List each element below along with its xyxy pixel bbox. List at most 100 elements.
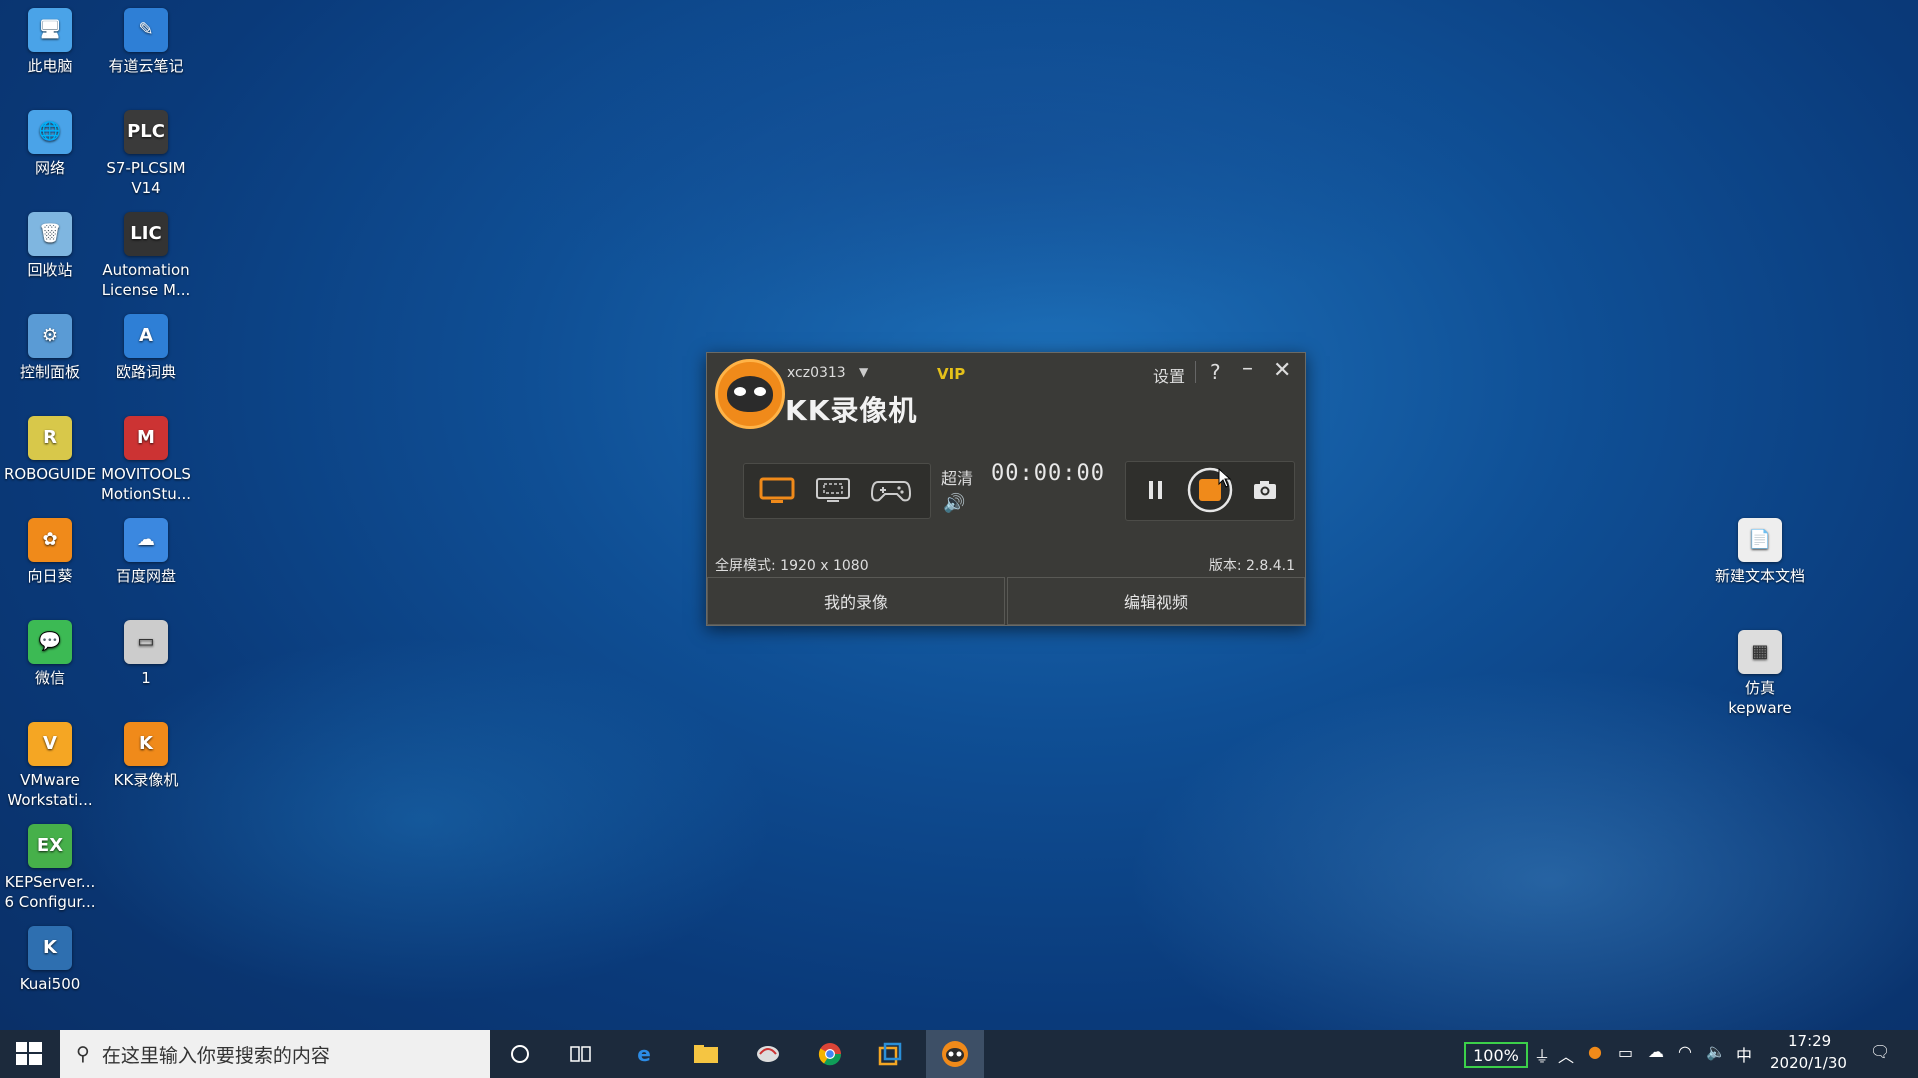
desktop-icon-label: VMware Workstati...	[7, 771, 93, 809]
pause-icon[interactable]	[1148, 479, 1164, 505]
divider	[1195, 361, 1196, 383]
fullscreen-mode-icon[interactable]	[758, 474, 796, 506]
desktop-icon-eudic[interactable]: A 欧路词典	[98, 314, 194, 382]
desktop-icon-file-1[interactable]: ▭ 1	[98, 620, 194, 688]
desktop-icon-s7-plcsim[interactable]: PLC S7-PLCSIM V14	[98, 110, 194, 198]
desktop-icon-sunlogin[interactable]: ✿ 向日葵	[2, 518, 98, 586]
user-dropdown-icon[interactable]: ▼	[859, 365, 868, 379]
clock-date[interactable]: 2020/1/30	[1770, 1054, 1847, 1072]
eudic-icon: A	[124, 314, 168, 358]
desktop-icon-automation-license[interactable]: LIC Automation License M...	[98, 212, 194, 300]
desktop-icon-label: 此电脑	[27, 57, 73, 75]
vmware-icon[interactable]	[874, 1039, 906, 1069]
desktop-icon-label: 回收站	[27, 261, 73, 279]
mouse-cursor-icon	[1218, 467, 1232, 492]
desktop-icon-wechat[interactable]: 💬 微信	[2, 620, 98, 688]
file-1-icon: ▭	[124, 620, 168, 664]
kepware-sim-icon: ▦	[1738, 630, 1782, 674]
desktop-icon-kk-recorder[interactable]: K KK录像机	[98, 722, 194, 790]
desktop-icon-kepware-sim[interactable]: ▦ 仿真 kepware	[1712, 630, 1808, 718]
desktop-icon-control-panel[interactable]: ⚙ 控制面板	[2, 314, 98, 382]
desktop-icon-network[interactable]: 🌐 网络	[2, 110, 98, 178]
automation-license-icon: LIC	[124, 212, 168, 256]
capture-mode-group	[743, 463, 931, 519]
desktop-icon-label: 有道云笔记	[108, 57, 184, 75]
power-plug-icon[interactable]: ⏚	[1534, 1043, 1550, 1067]
username-label[interactable]: xcz0313	[787, 365, 846, 381]
chrome-icon[interactable]	[814, 1039, 846, 1069]
desktop-icon-label: 仿真 kepware	[1728, 679, 1792, 717]
notification-icon[interactable]: 🗨	[1870, 1042, 1890, 1061]
minimize-button[interactable]: –	[1242, 356, 1253, 381]
wechat-icon: 💬	[28, 620, 72, 664]
desktop-icon-youdao-note[interactable]: ✎ 有道云笔记	[98, 8, 194, 76]
desktop-icon-roboguide[interactable]: R ROBOGUIDE	[2, 416, 98, 484]
desktop-icon-label: Automation License M...	[101, 261, 191, 299]
desktop-icon-movitools[interactable]: M MOVITOOLS MotionStu...	[98, 416, 194, 504]
edit-video-button[interactable]: 编辑视频	[1007, 577, 1305, 625]
screenshot-camera-icon[interactable]	[1252, 479, 1278, 505]
game-mode-icon[interactable]	[870, 474, 912, 506]
this-pc-icon: 🖥	[28, 8, 72, 52]
kk-recorder-taskbar-icon[interactable]	[926, 1030, 984, 1078]
desktop-icon-label: KK录像机	[113, 771, 179, 789]
search-placeholder: 在这里输入你要搜索的内容	[101, 1044, 330, 1067]
edge-browser-icon[interactable]: e	[628, 1039, 660, 1069]
ime-indicator[interactable]: 中	[1736, 1042, 1752, 1066]
taskbar: ⚲ 在这里输入你要搜索的内容 e 100% ⏚ ︿ ● ▭ ☁ ◠ 🔈 中 17…	[0, 1030, 1918, 1078]
new-text-doc-icon: 📄	[1738, 518, 1782, 562]
kepserver-icon: EX	[28, 824, 72, 868]
wifi-icon[interactable]: ◠	[1678, 1042, 1692, 1061]
volume-icon[interactable]: 🔊	[943, 493, 965, 514]
desktop-icon-label: Kuai500	[19, 975, 81, 993]
desktop-icon-new-text-doc[interactable]: 📄 新建文本文档	[1712, 518, 1808, 586]
battery-tray-icon[interactable]: ▭	[1618, 1043, 1633, 1062]
region-mode-icon[interactable]	[814, 474, 852, 506]
baidu-netdisk-icon: ☁	[124, 518, 168, 562]
fullscreen-mode-info: 全屏模式: 1920 x 1080	[715, 558, 869, 574]
kk-tray-icon[interactable]: ●	[1588, 1042, 1602, 1061]
help-button[interactable]: ?	[1210, 360, 1221, 384]
record-controls	[1125, 461, 1295, 521]
version-label: 版本: 2.8.4.1	[1208, 558, 1295, 574]
desktop-icon-label: 向日葵	[27, 567, 73, 585]
close-button[interactable]: ✕	[1273, 358, 1291, 383]
clock-time[interactable]: 17:29	[1788, 1032, 1831, 1050]
speaker-icon[interactable]: 🔈	[1706, 1042, 1726, 1061]
desktop-icon-label: S7-PLCSIM V14	[106, 159, 186, 197]
desktop-icon-label: 微信	[34, 669, 65, 687]
file-explorer-icon[interactable]	[690, 1039, 722, 1069]
onedrive-icon[interactable]: ☁	[1648, 1042, 1664, 1061]
kk-logo-icon	[715, 359, 785, 429]
my-recordings-button[interactable]: 我的录像	[707, 577, 1005, 625]
desktop-icon-baidu-netdisk[interactable]: ☁ 百度网盘	[98, 518, 194, 586]
settings-button[interactable]: 设置	[1153, 363, 1185, 387]
sunlogin-icon: ✿	[28, 518, 72, 562]
recycle-bin-icon: 🗑	[28, 212, 72, 256]
movitools-icon: M	[124, 416, 168, 460]
s7-plcsim-icon: PLC	[124, 110, 168, 154]
windows-start-icon[interactable]	[16, 1042, 42, 1066]
cortana-icon[interactable]	[504, 1039, 536, 1069]
app-taskbar-icon[interactable]	[752, 1039, 784, 1069]
taskbar-search-input[interactable]: ⚲ 在这里输入你要搜索的内容	[60, 1030, 490, 1078]
tray-expand-icon[interactable]: ︿	[1558, 1043, 1574, 1067]
desktop-icon-recycle-bin[interactable]: 🗑 回收站	[2, 212, 98, 280]
task-view-icon[interactable]	[565, 1039, 597, 1069]
record-timer: 00:00:00	[991, 461, 1105, 486]
desktop-icon-kepserver[interactable]: EX KEPServer... 6 Configur...	[2, 824, 98, 912]
desktop-icon-label: ROBOGUIDE	[3, 465, 97, 483]
desktop-icon-label: 网络	[34, 159, 65, 177]
vip-badge[interactable]: VIP	[937, 365, 965, 383]
roboguide-icon: R	[28, 416, 72, 460]
desktop-icon-label: KEPServer... 6 Configur...	[4, 873, 96, 911]
battery-indicator[interactable]: 100%	[1464, 1042, 1528, 1068]
kk-recorder-window: xcz0313 ▼ VIP 设置 ? – ✕ KK录像机 超清 🔊 00:00:…	[706, 352, 1306, 626]
desktop-icon-label: 欧路词典	[115, 363, 176, 381]
desktop-icon-vmware[interactable]: V VMware Workstati...	[2, 722, 98, 810]
quality-select[interactable]: 超清	[941, 465, 973, 489]
desktop-icon-label: 控制面板	[19, 363, 80, 381]
youdao-note-icon: ✎	[124, 8, 168, 52]
desktop-icon-kuai500[interactable]: K Kuai500	[2, 926, 98, 994]
desktop-icon-this-pc[interactable]: 🖥 此电脑	[2, 8, 98, 76]
